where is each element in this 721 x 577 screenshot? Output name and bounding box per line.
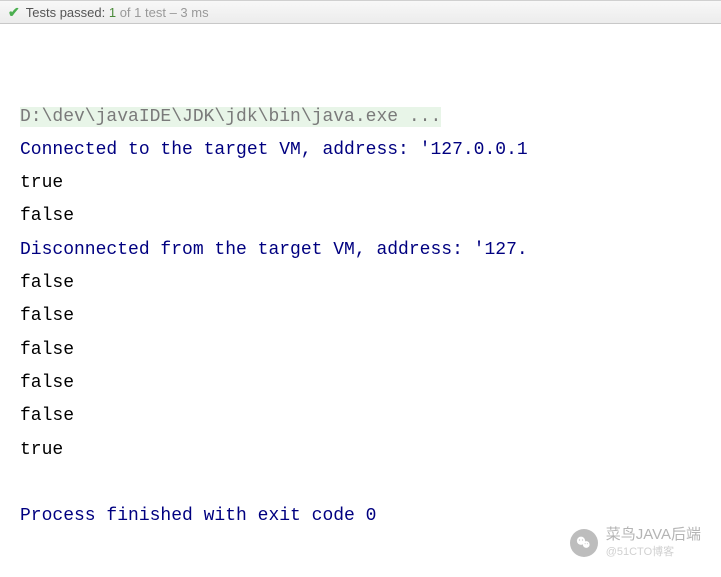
console-line: Connected to the target VM, address: '12… [20,134,721,167]
command-line: D:\dev\javaIDE\JDK\jdk\bin\java.exe ... [20,107,441,127]
test-status-bar: ✔ Tests passed: 1 of 1 test – 3 ms [0,0,721,24]
console-line: false [20,367,721,400]
console-line: false [20,334,721,367]
watermark: 菜鸟JAVA后端 @51CTO博客 [570,527,701,560]
watermark-main: 菜鸟JAVA后端 [606,527,701,544]
watermark-sub: @51CTO博客 [606,543,701,559]
wechat-icon [570,529,598,557]
console-line: true [20,167,721,200]
check-icon: ✔ [8,4,20,21]
tests-passed-count: 1 [109,5,116,20]
console-line: false [20,200,721,233]
console-line: false [20,300,721,333]
console-line [20,467,721,500]
tests-rest-text: of 1 test – 3 ms [116,5,209,20]
console-line: true [20,434,721,467]
console-line: false [20,400,721,433]
console-output[interactable]: D:\dev\javaIDE\JDK\jdk\bin\java.exe ... C… [0,24,721,567]
console-line: false [20,267,721,300]
console-line: Disconnected from the target VM, address… [20,234,721,267]
tests-label: Tests passed: [26,5,106,20]
